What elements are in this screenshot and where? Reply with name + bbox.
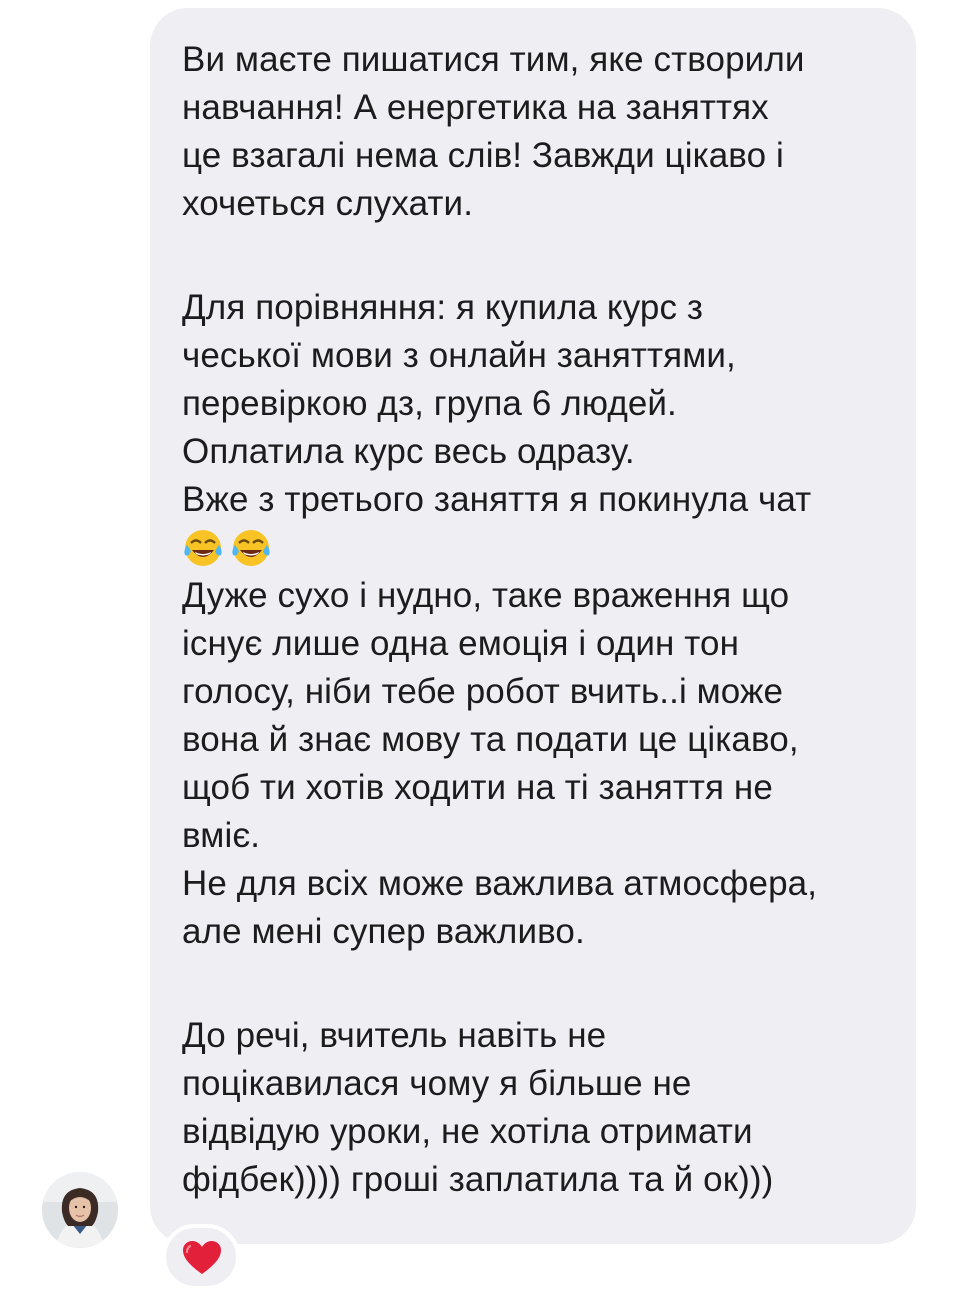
message-text-line: Оплатила курс весь одразу. (182, 432, 635, 471)
message-text-line: Дуже сухо і нудно, таке враження що (182, 576, 790, 615)
message-text-line: чеської мови з онлайн заняттями, (182, 336, 736, 375)
message-text-line: існує лише одна емоція і один тон (182, 624, 740, 663)
message-text-line: але мені супер важливо. (182, 912, 585, 951)
message-text-line: відвідую уроки, не хотіла отримати (182, 1112, 753, 1151)
message-text-line: голосу, ніби тебе робот вчить..і може (182, 672, 784, 711)
message-text-line: навчання! А енергетика на заняттях (182, 88, 769, 127)
message-bubble[interactable]: Ви маєте пишатися тим, яке створили навч… (150, 8, 916, 1244)
message-text-line: це взагалі нема слів! Завжди цікаво і (182, 136, 784, 175)
reaction-badge[interactable] (162, 1224, 240, 1290)
emoji-line (182, 524, 882, 572)
message-text-line: поцікавилася чому я більше не (182, 1064, 692, 1103)
message-text-line: перевіркою дз, група 6 людей. (182, 384, 677, 423)
message-text-line: Для порівняння: я купила курс з (182, 288, 704, 327)
message-text-line: вона й знає мову та подати це цікаво, (182, 720, 799, 759)
avatar[interactable] (42, 1172, 118, 1248)
face-with-tears-of-joy-icon (184, 529, 222, 566)
message-text-line: хочеться слухати. (182, 184, 474, 223)
user-avatar-photo (42, 1172, 118, 1248)
message-text-line: Не для всіх може важлива атмосфера, (182, 864, 818, 903)
message-text-line: фідбек)))) гроші заплатила та й ок))) (182, 1160, 774, 1199)
message-text-line: щоб ти хотів ходити на ті заняття не (182, 768, 773, 807)
message-text-line: Вже з третього заняття я покинула чат (182, 480, 812, 519)
face-with-tears-of-joy-icon (232, 529, 270, 566)
message-text-line: До речі, вчитель навіть не (182, 1016, 607, 1055)
message-text-line: вміє. (182, 816, 261, 855)
red-heart-icon (183, 1241, 221, 1274)
message-text-line: Ви маєте пишатися тим, яке створили (182, 40, 805, 79)
